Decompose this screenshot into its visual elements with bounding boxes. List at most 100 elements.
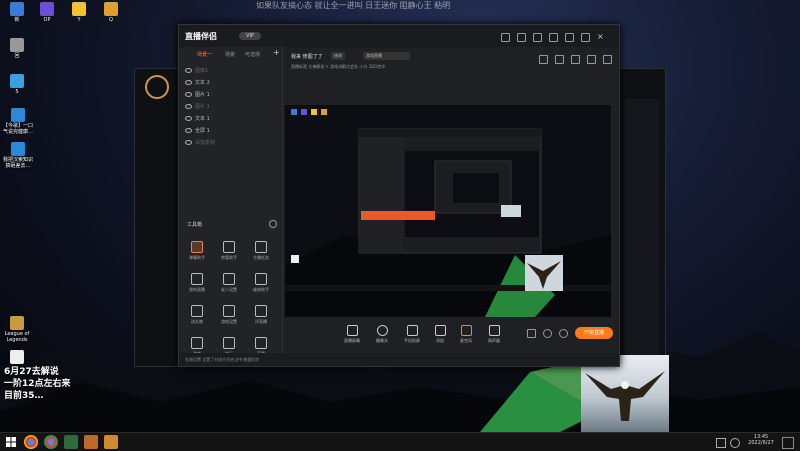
tool-item[interactable]: 我的直播: [185, 273, 209, 293]
desktop-icon-recycle-bin[interactable]: 回: [2, 38, 32, 59]
tab-scene[interactable]: 场景: [225, 51, 235, 58]
scene-item[interactable]: 文本 1: [183, 115, 279, 124]
background-window-sidebar: [625, 99, 659, 359]
screen-icon: [346, 325, 358, 336]
eye-icon[interactable]: [185, 92, 192, 97]
camera-icon: [376, 325, 388, 336]
share-icon[interactable]: [603, 55, 612, 64]
tool-item[interactable]: 主播任务: [249, 241, 273, 261]
chrome-icon[interactable]: [44, 435, 58, 449]
scene-item[interactable]: 文本 2: [183, 79, 279, 88]
phone-icon: [406, 325, 418, 336]
copy-icon[interactable]: [571, 55, 580, 64]
stream-preview[interactable]: [285, 105, 611, 317]
league-of-legends-icon: [10, 316, 24, 330]
download-icon: [223, 273, 235, 285]
eye-icon[interactable]: [185, 140, 192, 145]
eye-icon[interactable]: [185, 116, 192, 121]
camera-button[interactable]: 摄像头: [371, 325, 393, 344]
stream-overlay-text: 6月27去解说 一阶12点左右来 目前35…: [4, 367, 71, 401]
app-taskbar-icon[interactable]: [64, 435, 78, 449]
toolbox-settings-icon[interactable]: [269, 220, 277, 228]
desktop-icon-video-1[interactable]: 【今歌】一口气说完健康…: [2, 108, 34, 135]
game-icon: [191, 337, 203, 349]
taskbar: 13:45 2022/6/27: [0, 432, 800, 451]
scene-item[interactable]: 图像1: [183, 67, 279, 76]
screen-capture-button[interactable]: 直播屏幕: [341, 325, 363, 344]
scene-item[interactable]: 图片 1: [183, 91, 279, 100]
app-icon: [72, 2, 86, 16]
eye-icon[interactable]: [185, 128, 192, 133]
tool-item[interactable]: 发人设置: [217, 273, 241, 293]
network-icon[interactable]: [716, 438, 726, 448]
tool-item[interactable]: 送礼物: [185, 305, 209, 325]
tab-optional-scene[interactable]: 可选场: [245, 51, 260, 58]
minimize-icon[interactable]: [581, 33, 590, 42]
record-icon[interactable]: [527, 329, 536, 338]
fullscreen-icon[interactable]: [587, 55, 596, 64]
preview-content: [285, 105, 611, 317]
tool-item[interactable]: 维修助手: [249, 273, 273, 293]
camera-icon[interactable]: [533, 33, 542, 42]
scene-item[interactable]: 全屏 1: [183, 127, 279, 136]
video-file-icon: [11, 142, 25, 156]
eye-icon[interactable]: [185, 68, 192, 73]
clock[interactable]: 13:45 2022/6/27: [746, 434, 776, 446]
desktop-icon-q[interactable]: Q: [96, 2, 126, 23]
desktop-icon-app1[interactable]: 新: [2, 2, 32, 23]
desktop-icon-file[interactable]: [2, 350, 32, 365]
scene-item[interactable]: 图片 1: [183, 103, 279, 112]
tab-scene-one[interactable]: 场景一: [197, 51, 212, 58]
delete-icon[interactable]: [555, 55, 564, 64]
user-icon[interactable]: [517, 33, 526, 42]
download-icon: [223, 305, 235, 317]
add-material-item[interactable]: 添加素材: [183, 139, 279, 148]
recycle-bin-icon: [10, 38, 24, 52]
chrome-icon[interactable]: [24, 435, 38, 449]
volume-icon[interactable]: [730, 438, 740, 448]
app-icon: [104, 2, 118, 16]
tool-item[interactable]: 弹幕助手: [185, 241, 209, 261]
gift-icon[interactable]: [565, 33, 574, 42]
notification-icon[interactable]: [782, 437, 794, 449]
stream-tags-line: 直播标签 大神解说 ✎ 游戏讲解大会社 小分 1DG完毕: [291, 64, 386, 69]
desktop-icon-op[interactable]: OP: [32, 2, 62, 23]
league-logo-icon: [145, 75, 169, 99]
desktop-icon-y[interactable]: Y: [64, 2, 94, 23]
app-icon: [10, 2, 24, 16]
windows-start-icon[interactable]: [4, 435, 18, 449]
desktop-icon-video-2[interactable]: 我把汉索知识搞砸差去…: [2, 142, 34, 169]
eye-icon[interactable]: [543, 329, 552, 338]
start-live-button[interactable]: 开始直播: [575, 327, 613, 339]
add-source-button[interactable]: 添加: [429, 325, 451, 344]
close-icon[interactable]: ×: [597, 33, 604, 41]
app-taskbar-icon[interactable]: [104, 435, 118, 449]
app-logo: 直播伴侣: [185, 32, 217, 41]
live-streaming-app-window: 直播伴侣 VIP × 场景一 场景 可选场 + 图像1 文本 2 图片 1 图片…: [178, 24, 620, 367]
tool-item[interactable]: 房管助手: [217, 241, 241, 261]
desktop-icon-league-of-legends[interactable]: League of Legends: [0, 316, 34, 343]
live-app-taskbar-icon[interactable]: [84, 435, 98, 449]
phone-cast-button[interactable]: 手机投屏: [401, 325, 423, 344]
vip-badge[interactable]: VIP: [239, 32, 261, 40]
lock-icon[interactable]: [539, 55, 548, 64]
toolbox-label: 工具箱: [187, 222, 203, 228]
tool-item[interactable]: 游戏设置: [217, 305, 241, 325]
eye-icon[interactable]: [185, 104, 192, 109]
app-icon: [40, 2, 54, 16]
task-icon: [255, 241, 267, 253]
status-bar: 礼物设置 设置了分成方开启当中,数据同步: [179, 353, 619, 366]
category-select[interactable]: 游戏直播: [363, 52, 410, 60]
edit-tag[interactable]: 修改: [331, 52, 345, 60]
add-scene-icon[interactable]: +: [273, 48, 280, 57]
desktop-icon-5[interactable]: 5: [2, 74, 32, 95]
microphone-button[interactable]: 麦克风: [455, 325, 477, 344]
tool-item[interactable]: 评直播: [249, 305, 273, 325]
file-icon: [10, 350, 24, 364]
eye-icon[interactable]: [185, 80, 192, 85]
settings-icon[interactable]: [549, 33, 558, 42]
speaker-button[interactable]: 扬声器: [483, 325, 505, 344]
happy-icon: [223, 337, 235, 349]
gear-icon[interactable]: [559, 329, 568, 338]
avatar-icon[interactable]: [501, 33, 510, 42]
